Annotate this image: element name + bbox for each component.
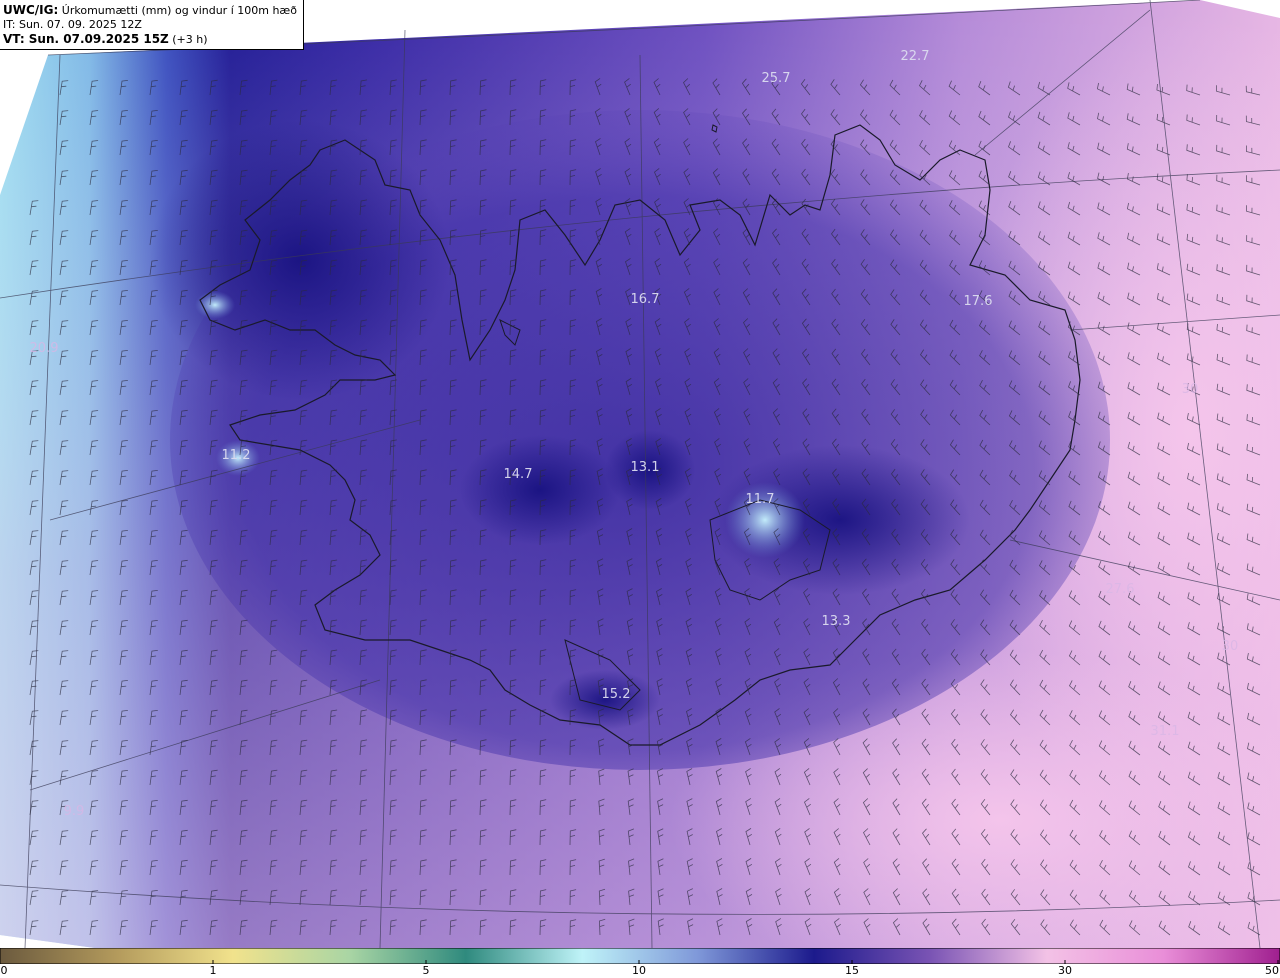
colorbar-tick-label: 10 bbox=[632, 964, 646, 977]
map-value-label: 9.9 bbox=[64, 804, 85, 819]
map-header: UWC/IG: Úrkomumætti (mm) og vindur í 100… bbox=[0, 0, 304, 50]
map-value-label: 13.3 bbox=[822, 614, 851, 629]
colorbar-tick-label: 1 bbox=[209, 964, 217, 977]
colorbar-tick-label: 30 bbox=[1058, 964, 1072, 977]
colorbar-tick-label: 0 bbox=[0, 964, 8, 977]
colorbar-tick-label: 15 bbox=[845, 964, 859, 977]
map-value-label: 30 bbox=[1222, 639, 1239, 654]
colorbar-strip bbox=[0, 948, 1280, 964]
map-value-label: 13.1 bbox=[631, 460, 660, 475]
valid-time: VT: Sun. 07.09.2025 15Z bbox=[3, 32, 169, 46]
colorbar-tick-label: 5 bbox=[422, 964, 430, 977]
map-value-label: 20.9 bbox=[30, 341, 59, 356]
map-value-label: 27.6 bbox=[1106, 582, 1135, 597]
product-description: Úrkomumætti (mm) og vindur í 100m hæð bbox=[61, 4, 297, 17]
initial-time: IT: Sun. 07. 09. 2025 12Z bbox=[3, 18, 142, 31]
map-value-label: 25.7 bbox=[762, 71, 791, 86]
map-value-label: 30 bbox=[1182, 382, 1199, 397]
product-code: UWC/IG: bbox=[3, 3, 59, 17]
colorbar-gradient bbox=[0, 948, 1280, 964]
map-value-label: 22.7 bbox=[901, 49, 930, 64]
map-value-label: 16.7 bbox=[631, 292, 660, 307]
precipitation-map: 25.7 22.7 16.7 17.6 20.9 11.2 14.7 13.1 11.7 13.3… bbox=[0, 0, 1280, 948]
colorbar-tick-label: 50 bbox=[1265, 964, 1279, 977]
map-value-label: 11.2 bbox=[222, 448, 251, 463]
map-value-label: 11.7 bbox=[746, 492, 775, 507]
map-value-label: 17.6 bbox=[964, 294, 993, 309]
lead-time: (+3 h) bbox=[172, 33, 208, 46]
map-canvas: 25.7 22.7 16.7 17.6 20.9 11.2 14.7 13.1 11.7 13.3… bbox=[0, 0, 1280, 948]
map-value-label: 31.1 bbox=[1151, 724, 1180, 739]
map-value-label: 14.7 bbox=[504, 467, 533, 482]
map-value-label: 15.2 bbox=[602, 687, 631, 702]
